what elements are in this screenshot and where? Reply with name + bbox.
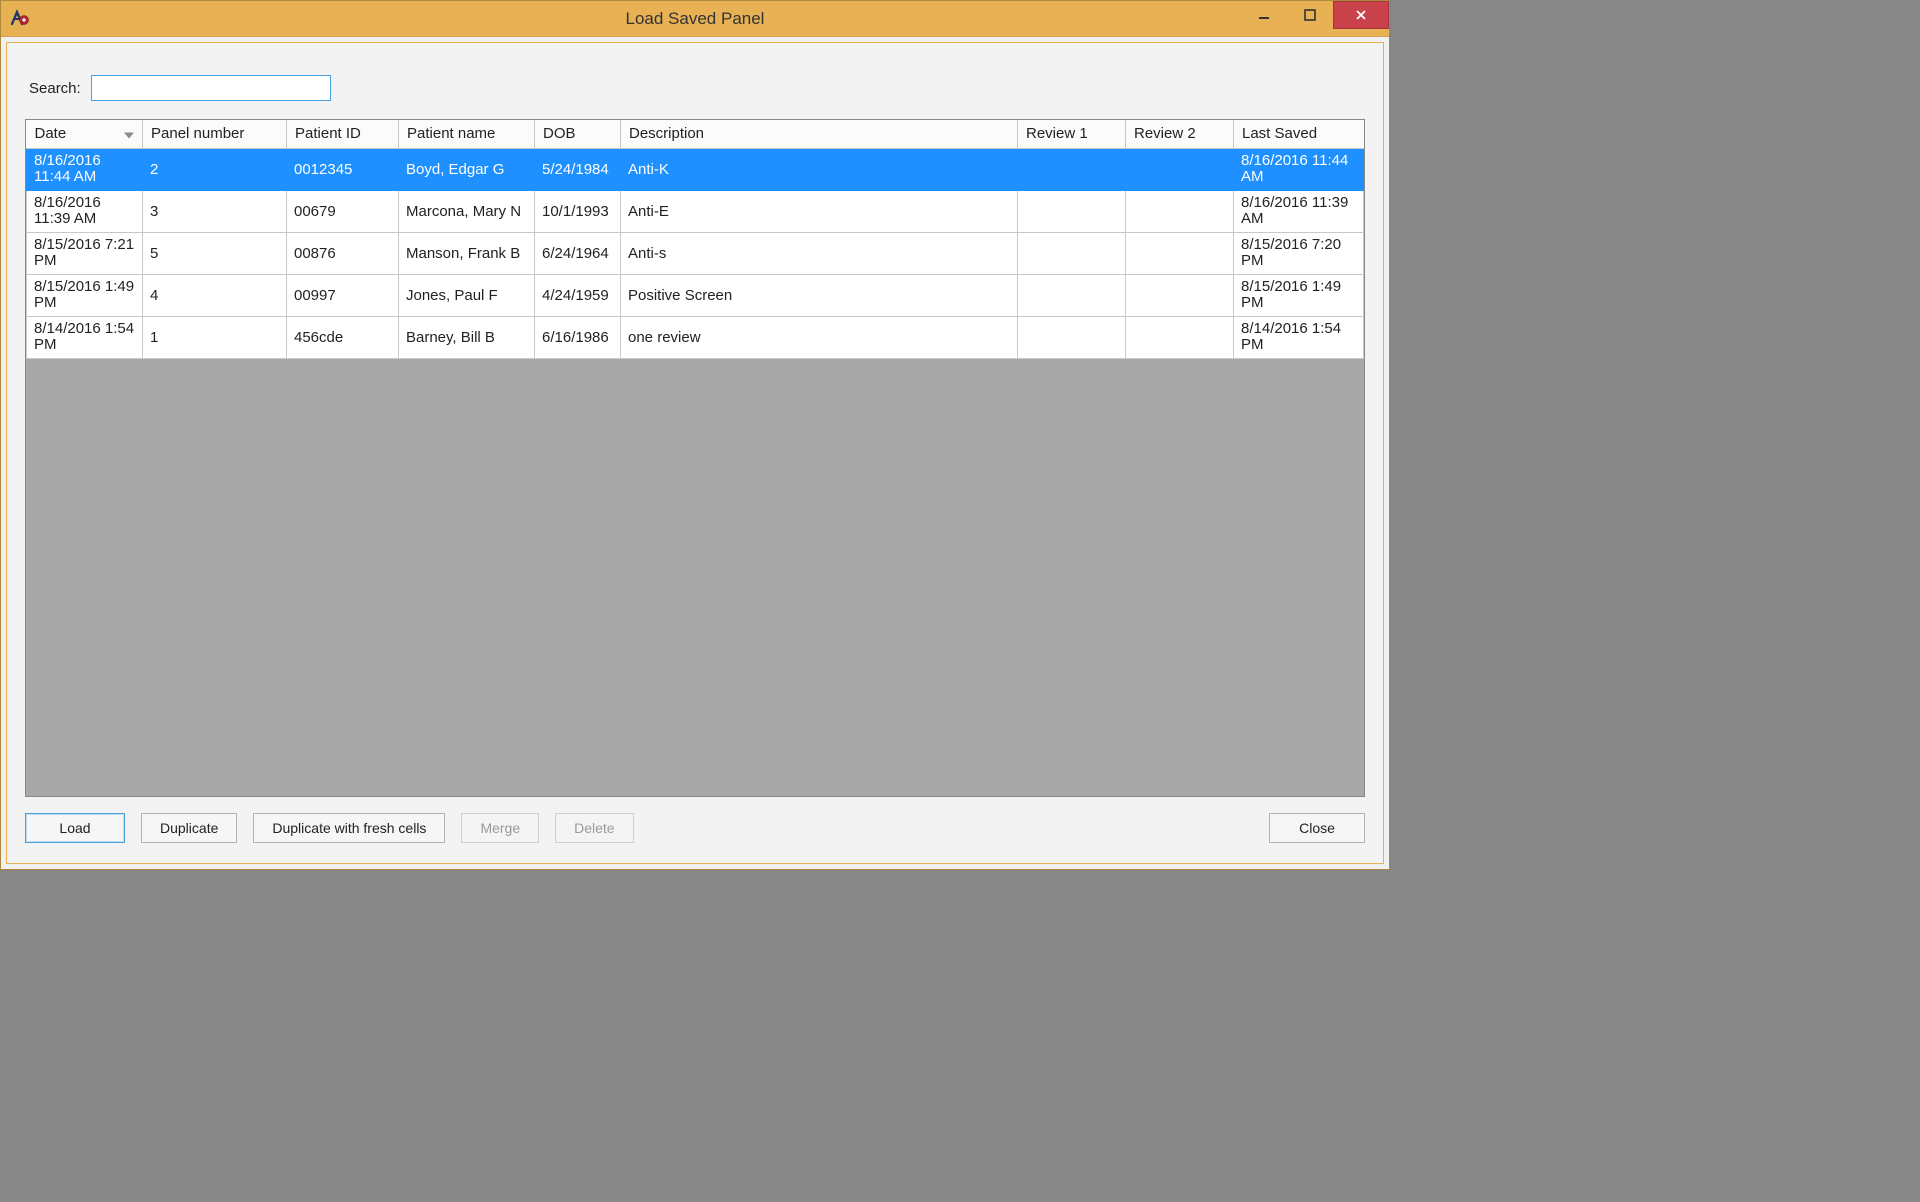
sort-desc-icon [124, 125, 134, 142]
col-header-label: Patient name [407, 125, 495, 142]
col-header-label: Panel number [151, 125, 244, 142]
cell-last-saved: 8/14/2016 1:54 PM [1234, 316, 1364, 358]
content-area: Search: Date [6, 42, 1384, 864]
col-header-last-saved[interactable]: Last Saved [1234, 120, 1364, 148]
cell-description: Anti-E [621, 190, 1018, 232]
search-row: Search: [29, 75, 1365, 101]
cell-description: Anti-s [621, 232, 1018, 274]
cell-panel-number: 4 [143, 274, 287, 316]
cell-review1 [1018, 148, 1126, 190]
window-title: Load Saved Panel [1, 9, 1389, 29]
cell-date: 8/15/2016 7:21 PM [27, 232, 143, 274]
panel-table-container: Date Panel number Patient ID Patient nam… [25, 119, 1365, 797]
cell-dob: 6/24/1964 [535, 232, 621, 274]
col-header-review1[interactable]: Review 1 [1018, 120, 1126, 148]
col-header-label: Description [629, 125, 704, 142]
table-row[interactable]: 8/15/2016 1:49 PM400997Jones, Paul F4/24… [27, 274, 1364, 316]
cell-review2 [1126, 274, 1234, 316]
cell-review1 [1018, 190, 1126, 232]
cell-review1 [1018, 316, 1126, 358]
search-input[interactable] [91, 75, 331, 101]
cell-panel-number: 3 [143, 190, 287, 232]
cell-patient-name: Barney, Bill B [399, 316, 535, 358]
cell-dob: 10/1/1993 [535, 190, 621, 232]
cell-dob: 4/24/1959 [535, 274, 621, 316]
cell-dob: 6/16/1986 [535, 316, 621, 358]
cell-panel-number: 2 [143, 148, 287, 190]
action-bar: Load Duplicate Duplicate with fresh cell… [25, 811, 1365, 845]
cell-review1 [1018, 232, 1126, 274]
cell-date: 8/16/2016 11:44 AM [27, 148, 143, 190]
table-row[interactable]: 8/15/2016 7:21 PM500876Manson, Frank B6/… [27, 232, 1364, 274]
load-button[interactable]: Load [25, 813, 125, 843]
cell-patient-name: Boyd, Edgar G [399, 148, 535, 190]
cell-description: Anti-K [621, 148, 1018, 190]
table-row[interactable]: 8/16/2016 11:44 AM20012345Boyd, Edgar G5… [27, 148, 1364, 190]
col-header-date[interactable]: Date [27, 120, 143, 148]
merge-button[interactable]: Merge [461, 813, 539, 843]
titlebar[interactable]: Load Saved Panel [1, 1, 1389, 37]
app-icon [9, 7, 33, 31]
col-header-panel-number[interactable]: Panel number [143, 120, 287, 148]
cell-description: one review [621, 316, 1018, 358]
cell-patient-id: 00679 [287, 190, 399, 232]
cell-patient-name: Jones, Paul F [399, 274, 535, 316]
col-header-label: Patient ID [295, 125, 361, 142]
close-dialog-button[interactable]: Close [1269, 813, 1365, 843]
cell-patient-name: Marcona, Mary N [399, 190, 535, 232]
duplicate-button[interactable]: Duplicate [141, 813, 237, 843]
col-header-description[interactable]: Description [621, 120, 1018, 148]
table-row[interactable]: 8/14/2016 1:54 PM1456cdeBarney, Bill B6/… [27, 316, 1364, 358]
panel-table: Date Panel number Patient ID Patient nam… [26, 120, 1364, 359]
col-header-label: Review 2 [1134, 125, 1196, 142]
close-button[interactable] [1333, 1, 1389, 29]
search-label: Search: [29, 80, 81, 97]
table-header-row: Date Panel number Patient ID Patient nam… [27, 120, 1364, 148]
cell-review2 [1126, 316, 1234, 358]
cell-last-saved: 8/16/2016 11:39 AM [1234, 190, 1364, 232]
cell-date: 8/15/2016 1:49 PM [27, 274, 143, 316]
cell-patient-id: 00876 [287, 232, 399, 274]
cell-patient-id: 456cde [287, 316, 399, 358]
delete-button[interactable]: Delete [555, 813, 633, 843]
cell-review1 [1018, 274, 1126, 316]
cell-last-saved: 8/15/2016 1:49 PM [1234, 274, 1364, 316]
dialog-window: Load Saved Panel Search: [0, 0, 1390, 870]
cell-patient-name: Manson, Frank B [399, 232, 535, 274]
cell-review2 [1126, 148, 1234, 190]
cell-date: 8/16/2016 11:39 AM [27, 190, 143, 232]
col-header-review2[interactable]: Review 2 [1126, 120, 1234, 148]
cell-dob: 5/24/1984 [535, 148, 621, 190]
duplicate-fresh-button[interactable]: Duplicate with fresh cells [253, 813, 445, 843]
cell-review2 [1126, 232, 1234, 274]
maximize-button[interactable] [1287, 1, 1333, 29]
col-header-label: Last Saved [1242, 125, 1317, 142]
col-header-dob[interactable]: DOB [535, 120, 621, 148]
col-header-patient-id[interactable]: Patient ID [287, 120, 399, 148]
table-row[interactable]: 8/16/2016 11:39 AM300679Marcona, Mary N1… [27, 190, 1364, 232]
col-header-label: DOB [543, 125, 576, 142]
cell-patient-id: 0012345 [287, 148, 399, 190]
cell-description: Positive Screen [621, 274, 1018, 316]
cell-last-saved: 8/15/2016 7:20 PM [1234, 232, 1364, 274]
minimize-button[interactable] [1241, 1, 1287, 29]
col-header-patient-name[interactable]: Patient name [399, 120, 535, 148]
window-controls [1241, 1, 1389, 36]
cell-last-saved: 8/16/2016 11:44 AM [1234, 148, 1364, 190]
cell-panel-number: 1 [143, 316, 287, 358]
col-header-label: Date [35, 125, 67, 142]
cell-date: 8/14/2016 1:54 PM [27, 316, 143, 358]
cell-review2 [1126, 190, 1234, 232]
cell-panel-number: 5 [143, 232, 287, 274]
cell-patient-id: 00997 [287, 274, 399, 316]
col-header-label: Review 1 [1026, 125, 1088, 142]
